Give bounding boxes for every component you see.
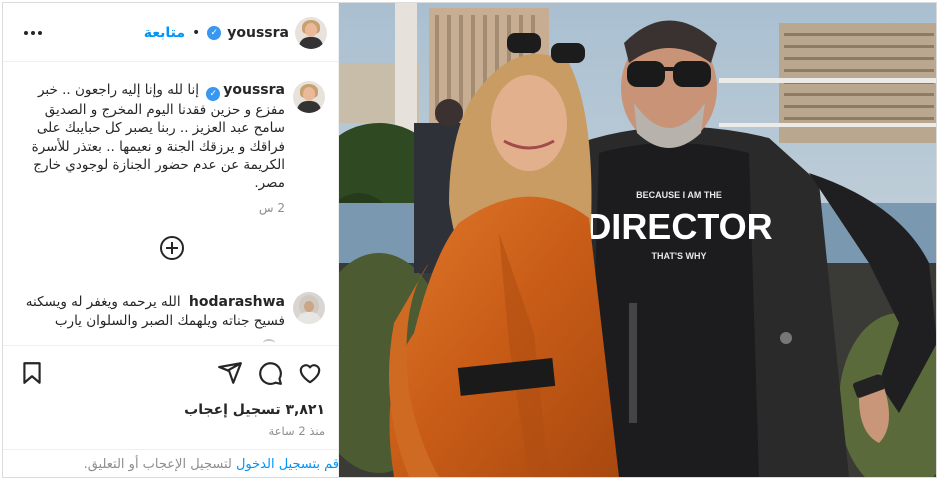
- verified-badge-icon: ✓: [207, 26, 222, 40]
- shirt-text-line2: DIRECTOR: [585, 206, 772, 247]
- login-prompt: قم بتسجيل الدخول لتسجيل الإعجاب أو التعل…: [3, 449, 339, 477]
- caption-avatar[interactable]: [293, 81, 325, 113]
- post-dialog: متابعة • ✓ youssra youssra✓ إنا لله وإنا…: [2, 2, 937, 478]
- author-avatar[interactable]: [295, 17, 327, 49]
- post-caption: youssra✓ إنا لله وإنا إليه راجعون .. خبر…: [3, 63, 339, 215]
- login-prompt-text: لتسجيل الإعجاب أو التعليق.: [83, 457, 236, 472]
- posted-time[interactable]: منذ 2 ساعة: [269, 424, 325, 438]
- caption-verified-icon: ✓: [206, 87, 221, 102]
- post-photo[interactable]: BECAUSE I AM THE DIRECTOR THAT'S WHY: [339, 3, 936, 477]
- separator-dot: •: [192, 25, 201, 41]
- caption-username[interactable]: youssra: [223, 82, 285, 98]
- likes-count[interactable]: ٣,٨٢١ تسجيل إعجاب: [184, 402, 325, 418]
- caption-text-block: youssra✓ إنا لله وإنا إليه راجعون .. خبر…: [15, 81, 285, 193]
- load-more-comments-icon[interactable]: [160, 236, 184, 260]
- follow-button[interactable]: متابعة: [144, 25, 185, 41]
- comment-item: hodarashwa الله يرحمه ويغفر له ويسكنه فس…: [3, 288, 339, 343]
- caption-text: إنا لله وإنا إليه راجعون .. خبر مفزع و ح…: [31, 82, 285, 192]
- header-author: متابعة • ✓ youssra: [144, 17, 327, 49]
- login-link[interactable]: قم بتسجيل الدخول: [236, 457, 339, 472]
- commenter-username[interactable]: hodarashwa: [189, 294, 285, 310]
- action-bar: ٣,٨٢١ تسجيل إعجاب منذ 2 ساعة: [3, 345, 339, 449]
- commenter-avatar[interactable]: [293, 292, 325, 324]
- shirt-text-line1: BECAUSE I AM THE: [636, 190, 722, 200]
- comment-icon[interactable]: [257, 360, 283, 386]
- caption-time-ago[interactable]: 2 س: [259, 201, 285, 215]
- bookmark-icon[interactable]: [19, 360, 45, 386]
- author-username[interactable]: youssra: [227, 25, 289, 41]
- photo-scene: BECAUSE I AM THE DIRECTOR THAT'S WHY: [339, 3, 936, 477]
- share-icon[interactable]: [217, 360, 243, 386]
- comment-text-block: hodarashwa الله يرحمه ويغفر له ويسكنه فس…: [15, 293, 285, 331]
- shirt-text-line3: THAT'S WHY: [652, 251, 707, 261]
- more-options-icon[interactable]: [21, 21, 45, 45]
- post-header: متابعة • ✓ youssra: [3, 3, 339, 62]
- post-side-panel: متابعة • ✓ youssra youssra✓ إنا لله وإنا…: [3, 3, 339, 477]
- heart-icon[interactable]: [297, 360, 323, 386]
